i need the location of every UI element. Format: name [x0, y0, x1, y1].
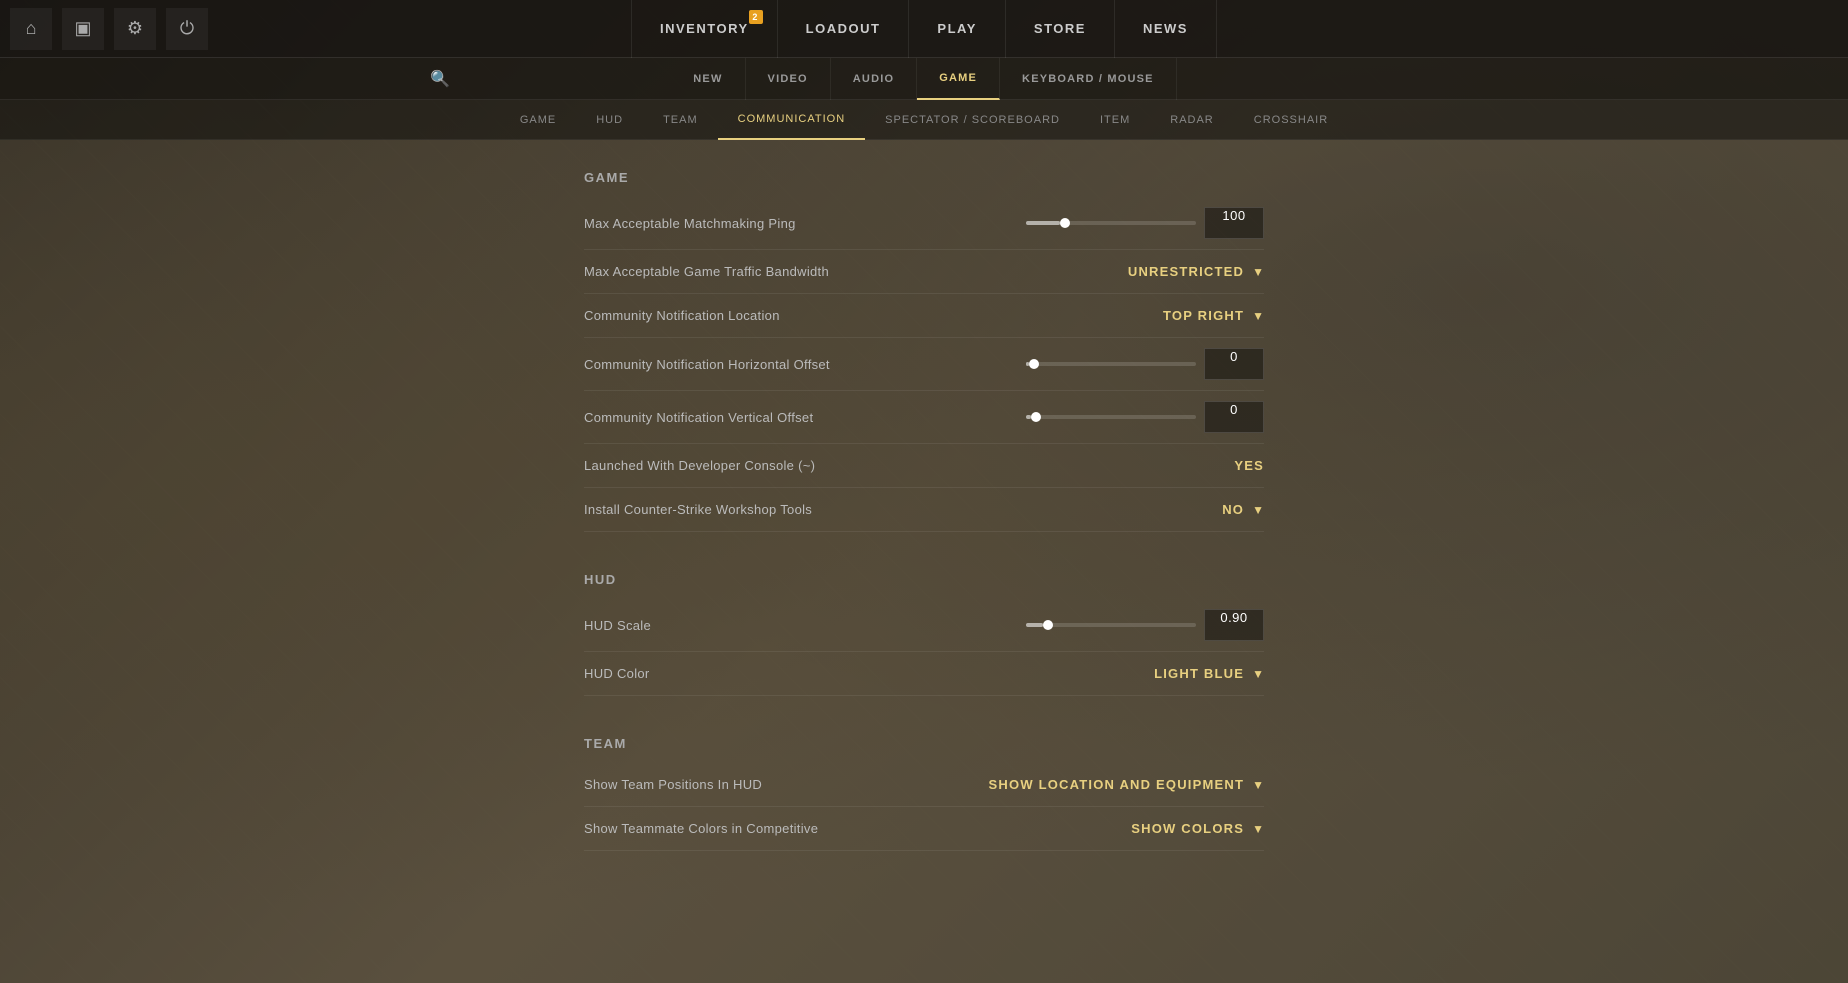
- notification-v-slider-track[interactable]: [1026, 415, 1196, 419]
- nav-store[interactable]: STORE: [1006, 0, 1115, 58]
- hud-scale-control: 0.90: [1026, 609, 1264, 641]
- team-section-header: Team: [584, 726, 1264, 759]
- settings-tab-video[interactable]: VIDEO: [746, 58, 831, 100]
- team-positions-label: Show Team Positions In HUD: [584, 777, 989, 792]
- notification-h-offset-control: 0: [1026, 348, 1264, 380]
- top-navigation: ⌂ ▣ ⚙ ⏻ INVENTORY 2 LOADOUT PLAY STORE N…: [0, 0, 1848, 58]
- team-positions-value: SHOW LOCATION AND EQUIPMENT: [989, 777, 1245, 792]
- notification-location-arrow: ▼: [1252, 309, 1264, 323]
- setting-dev-console: Launched With Developer Console (~) YES: [584, 444, 1264, 488]
- setting-notification-v-offset: Community Notification Vertical Offset 0: [584, 391, 1264, 444]
- setting-bandwidth: Max Acceptable Game Traffic Bandwidth UN…: [584, 250, 1264, 294]
- team-positions-arrow: ▼: [1252, 778, 1264, 792]
- category-communication[interactable]: COMMUNICATION: [718, 100, 866, 140]
- notification-h-offset-label: Community Notification Horizontal Offset: [584, 357, 1026, 372]
- game-section-header: Game: [584, 160, 1264, 193]
- notification-h-input[interactable]: 0: [1204, 348, 1264, 380]
- settings-navigation: 🔍 NEW VIDEO AUDIO GAME KEYBOARD / MOUSE: [0, 58, 1848, 100]
- notification-v-input[interactable]: 0: [1204, 401, 1264, 433]
- notification-location-label: Community Notification Location: [584, 308, 1163, 323]
- category-hud[interactable]: HUD: [576, 100, 643, 140]
- hud-scale-label: HUD Scale: [584, 618, 1026, 633]
- setting-notification-location: Community Notification Location TOP RIGH…: [584, 294, 1264, 338]
- hud-scale-input[interactable]: 0.90: [1204, 609, 1264, 641]
- hud-scale-slider-thumb: [1043, 620, 1053, 630]
- hud-color-arrow: ▼: [1252, 667, 1264, 681]
- hud-scale-slider-fill: [1026, 623, 1043, 627]
- settings-button[interactable]: ⚙: [114, 8, 156, 50]
- settings-tab-new[interactable]: NEW: [671, 58, 745, 100]
- bandwidth-label: Max Acceptable Game Traffic Bandwidth: [584, 264, 1128, 279]
- hud-section-header: Hud: [584, 562, 1264, 595]
- hud-color-label: HUD Color: [584, 666, 1154, 681]
- workshop-tools-dropdown[interactable]: NO ▼: [1222, 502, 1264, 517]
- settings-tab-keyboard[interactable]: KEYBOARD / MOUSE: [1000, 58, 1177, 100]
- category-spectator[interactable]: SPECTATOR / SCOREBOARD: [865, 100, 1080, 140]
- teammate-colors-dropdown[interactable]: SHOW COLORS ▼: [1131, 821, 1264, 836]
- max-ping-slider-track[interactable]: [1026, 221, 1196, 225]
- notification-h-slider-track[interactable]: [1026, 362, 1196, 366]
- inventory-badge: 2: [749, 10, 763, 24]
- setting-workshop-tools: Install Counter-Strike Workshop Tools NO…: [584, 488, 1264, 532]
- category-game[interactable]: GAME: [500, 100, 576, 140]
- search-icon[interactable]: 🔍: [430, 69, 450, 89]
- setting-hud-color: HUD Color LIGHT BLUE ▼: [584, 652, 1264, 696]
- category-radar[interactable]: RADAR: [1150, 100, 1234, 140]
- category-navigation: GAME HUD TEAM COMMUNICATION SPECTATOR / …: [0, 100, 1848, 140]
- teammate-colors-arrow: ▼: [1252, 822, 1264, 836]
- nav-inventory[interactable]: INVENTORY 2: [631, 0, 778, 58]
- max-ping-slider-fill: [1026, 221, 1060, 225]
- notification-v-slider-thumb: [1031, 412, 1041, 422]
- setting-teammate-colors: Show Teammate Colors in Competitive SHOW…: [584, 807, 1264, 851]
- tv-button[interactable]: ▣: [62, 8, 104, 50]
- max-ping-control: 100: [1026, 207, 1264, 239]
- nav-loadout[interactable]: LOADOUT: [778, 0, 910, 58]
- settings-panel: Game Max Acceptable Matchmaking Ping 100…: [584, 160, 1264, 963]
- dev-console-control: YES: [1234, 458, 1264, 473]
- setting-hud-scale: HUD Scale 0.90: [584, 599, 1264, 652]
- max-ping-label: Max Acceptable Matchmaking Ping: [584, 216, 1026, 231]
- team-positions-dropdown[interactable]: SHOW LOCATION AND EQUIPMENT ▼: [989, 777, 1264, 792]
- hud-color-dropdown[interactable]: LIGHT BLUE ▼: [1154, 666, 1264, 681]
- main-content: Game Max Acceptable Matchmaking Ping 100…: [0, 140, 1848, 983]
- notification-h-slider-thumb: [1029, 359, 1039, 369]
- max-ping-input[interactable]: 100: [1204, 207, 1264, 239]
- workshop-tools-label: Install Counter-Strike Workshop Tools: [584, 502, 1222, 517]
- notification-location-dropdown[interactable]: TOP RIGHT ▼: [1163, 308, 1264, 323]
- workshop-tools-arrow: ▼: [1252, 503, 1264, 517]
- setting-max-ping: Max Acceptable Matchmaking Ping 100: [584, 197, 1264, 250]
- home-button[interactable]: ⌂: [10, 8, 52, 50]
- teammate-colors-value: SHOW COLORS: [1131, 821, 1244, 836]
- category-team[interactable]: TEAM: [643, 100, 718, 140]
- setting-team-positions: Show Team Positions In HUD SHOW LOCATION…: [584, 763, 1264, 807]
- settings-tab-audio[interactable]: AUDIO: [831, 58, 917, 100]
- teammate-colors-label: Show Teammate Colors in Competitive: [584, 821, 1131, 836]
- category-item[interactable]: ITEM: [1080, 100, 1150, 140]
- workshop-tools-value: NO: [1222, 502, 1244, 517]
- nav-play[interactable]: PLAY: [909, 0, 1005, 58]
- hud-color-value: LIGHT BLUE: [1154, 666, 1244, 681]
- bandwidth-value: UNRESTRICTED: [1128, 264, 1244, 279]
- power-button[interactable]: ⏻: [166, 8, 208, 50]
- top-nav-icons: ⌂ ▣ ⚙ ⏻: [0, 8, 208, 50]
- bandwidth-dropdown-arrow: ▼: [1252, 265, 1264, 279]
- dev-console-value: YES: [1234, 458, 1264, 473]
- hud-scale-slider-track[interactable]: [1026, 623, 1196, 627]
- settings-tab-game[interactable]: GAME: [917, 58, 1000, 100]
- category-crosshair[interactable]: CROSSHAIR: [1234, 100, 1348, 140]
- bandwidth-dropdown[interactable]: UNRESTRICTED ▼: [1128, 264, 1264, 279]
- nav-news[interactable]: NEWS: [1115, 0, 1217, 58]
- setting-notification-h-offset: Community Notification Horizontal Offset…: [584, 338, 1264, 391]
- main-nav: INVENTORY 2 LOADOUT PLAY STORE NEWS: [631, 0, 1217, 58]
- max-ping-slider-thumb: [1060, 218, 1070, 228]
- notification-location-value: TOP RIGHT: [1163, 308, 1244, 323]
- notification-v-offset-label: Community Notification Vertical Offset: [584, 410, 1026, 425]
- dev-console-label: Launched With Developer Console (~): [584, 458, 1234, 473]
- notification-v-offset-control: 0: [1026, 401, 1264, 433]
